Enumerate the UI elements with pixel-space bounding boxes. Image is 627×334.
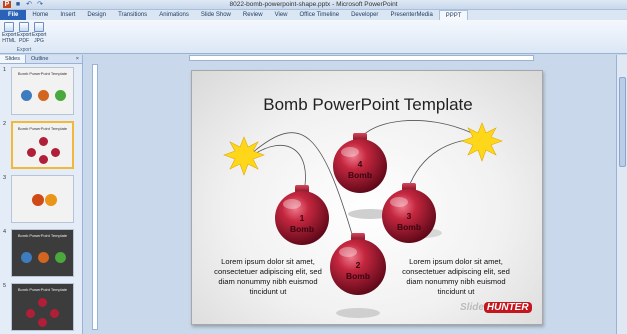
title-bar: P ■ ↶ ↷ 8022-bomb-powerpoint-shape.pptx … xyxy=(0,0,627,10)
tab-slides[interactable]: Slides xyxy=(0,55,26,63)
window-title: 8022-bomb-powerpoint-shape.pptx - Micros… xyxy=(229,1,398,8)
thumbnail-image xyxy=(11,175,74,223)
bomb-2-label: 2 Bomb xyxy=(345,260,371,281)
export-jpg-button[interactable]: Export JPG xyxy=(32,22,46,44)
spark-icon xyxy=(223,136,265,176)
tab-slide-show[interactable]: Slide Show xyxy=(195,10,237,20)
bomb-4-label: 4 Bomb xyxy=(347,159,373,180)
horizontal-ruler xyxy=(189,55,534,61)
thumbnail-image: Bomb PowerPoint Template xyxy=(11,67,74,115)
tab-developer[interactable]: Developer xyxy=(345,10,384,20)
thumbnail-image: Bomb PowerPoint Template xyxy=(11,229,74,277)
tab-design[interactable]: Design xyxy=(81,10,112,20)
slide-thumbnail-2[interactable]: 2 Bomb PowerPoint Template xyxy=(3,121,81,171)
export-pdf-icon xyxy=(19,22,29,32)
bomb-shadow xyxy=(336,308,380,318)
tab-file[interactable]: File xyxy=(0,10,27,20)
tab-review[interactable]: Review xyxy=(237,10,269,20)
tab-home[interactable]: Home xyxy=(26,10,54,20)
fuse-line xyxy=(249,145,306,192)
spark-icon xyxy=(461,122,503,162)
tab-presentermedia[interactable]: PresenterMedia xyxy=(384,10,438,20)
ribbon-tabs: File Home Insert Design Transitions Animation… xyxy=(0,10,627,20)
slide-canvas[interactable]: Bomb PowerPoint Template 4 Bomb 1 Bomb 3… xyxy=(191,70,543,325)
fuse-line xyxy=(359,120,473,140)
text-block-left[interactable]: Lorem ipsum dolor sit amet, consectetuer… xyxy=(206,257,330,297)
close-pane-icon[interactable]: × xyxy=(71,55,82,63)
tab-office-timeline[interactable]: Office Timeline xyxy=(294,10,346,20)
tab-insert[interactable]: Insert xyxy=(54,10,81,20)
export-group-label: Export xyxy=(16,47,32,53)
bomb-3-label: 3 Bomb xyxy=(396,211,422,232)
vertical-scrollbar[interactable] xyxy=(616,55,627,334)
tab-view[interactable]: View xyxy=(269,10,294,20)
thumbnail-image: Bomb PowerPoint Template xyxy=(11,121,74,169)
text-block-right[interactable]: Lorem ipsum dolor sit amet, consectetuer… xyxy=(394,257,518,297)
vertical-ruler xyxy=(92,64,98,330)
slides-pane: Slides Outline × 1 Bomb PowerPoint Templ… xyxy=(0,55,83,334)
thumbnail-image: Bomb PowerPoint Template xyxy=(11,283,74,331)
tab-pppt[interactable]: PPPT xyxy=(438,10,469,20)
export-pdf-button[interactable]: Export PDF xyxy=(17,22,31,44)
slide-thumbnail-1[interactable]: 1 Bomb PowerPoint Template xyxy=(3,67,81,117)
slide-thumbnail-3[interactable]: 3 xyxy=(3,175,81,225)
slide-thumbnail-5[interactable]: 5 Bomb PowerPoint Template xyxy=(3,283,81,333)
slide-thumbnail-4[interactable]: 4 Bomb PowerPoint Template xyxy=(3,229,81,279)
export-html-button[interactable]: Export HTML xyxy=(2,22,16,44)
pane-tabs: Slides Outline × xyxy=(0,55,82,64)
slidehunter-logo: Slide HUNTER xyxy=(460,302,532,313)
bomb-1-label: 1 Bomb xyxy=(289,213,315,234)
tab-transitions[interactable]: Transitions xyxy=(112,10,153,20)
fuse-line xyxy=(407,138,475,190)
tab-animations[interactable]: Animations xyxy=(153,10,195,20)
export-html-icon xyxy=(4,22,14,32)
export-jpg-icon xyxy=(34,22,44,32)
scrollbar-thumb[interactable] xyxy=(619,77,626,167)
tab-outline[interactable]: Outline xyxy=(26,55,53,63)
ribbon: Export HTML Export PDF Export JPG Export xyxy=(0,20,627,54)
